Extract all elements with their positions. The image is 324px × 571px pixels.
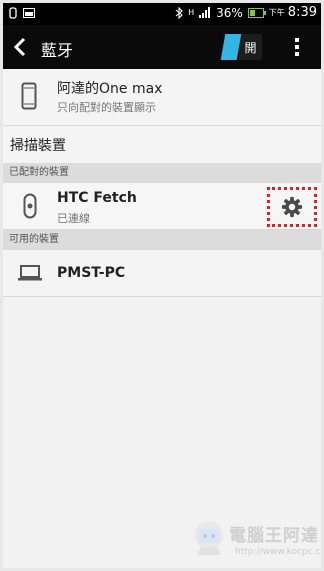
paired-device-name: HTC Fetch	[57, 190, 137, 206]
status-bar: H 36% 下午 8:39	[3, 3, 321, 25]
visibility-status: 只向配對的裝置顯示	[57, 101, 156, 114]
menu-dot	[295, 45, 299, 49]
watermark-title: 電腦王阿達	[229, 526, 319, 546]
phone-icon	[21, 82, 37, 110]
laptop-icon	[18, 265, 42, 281]
network-type-label: H	[188, 8, 195, 17]
phone-outline-icon	[9, 7, 17, 19]
wearable-device-icon	[23, 193, 37, 219]
gear-icon	[281, 196, 303, 218]
scan-devices-row[interactable]: 掃描裝置	[3, 126, 321, 164]
scan-devices-label: 掃描裝置	[10, 138, 66, 154]
menu-dot	[295, 52, 299, 56]
screen: H 36% 下午 8:39 藍牙 開 阿達的One max 只向配對的裝置顯示 …	[3, 3, 321, 568]
chevron-left-icon	[13, 37, 26, 57]
overflow-menu-button[interactable]	[285, 33, 309, 61]
available-device-name: PMST-PC	[57, 265, 126, 281]
menu-dot	[295, 38, 299, 42]
bluetooth-icon	[175, 6, 183, 19]
paired-device-row[interactable]: HTC Fetch 已連線	[3, 183, 321, 230]
available-device-row[interactable]: PMST-PC	[3, 250, 321, 297]
paired-devices-header: 已配對的裝置	[3, 163, 321, 183]
bluetooth-toggle[interactable]: 開	[220, 34, 262, 60]
available-devices-header: 可用的裝置	[3, 230, 321, 250]
toggle-label: 開	[239, 34, 262, 60]
image-notification-icon	[23, 8, 35, 18]
battery-icon	[247, 7, 266, 18]
back-button[interactable]	[7, 31, 37, 63]
signal-strength-icon	[199, 7, 211, 18]
page-title: 藍牙	[41, 41, 74, 60]
device-settings-button[interactable]	[267, 187, 317, 227]
time-ampm: 下午	[268, 8, 285, 17]
clock: 8:39	[287, 5, 317, 20]
this-device-name: 阿達的One max	[57, 81, 163, 97]
action-bar: 藍牙 開	[3, 25, 321, 69]
mascot-logo-icon	[195, 521, 223, 555]
watermark-url: http://www.kocpc.com.tw	[235, 547, 321, 557]
paired-device-status: 已連線	[57, 212, 90, 225]
this-device-row[interactable]: 阿達的One max 只向配對的裝置顯示	[3, 69, 321, 126]
battery-percent: 36%	[216, 5, 243, 20]
site-watermark: 電腦王阿達 http://www.kocpc.com.tw	[191, 519, 321, 563]
